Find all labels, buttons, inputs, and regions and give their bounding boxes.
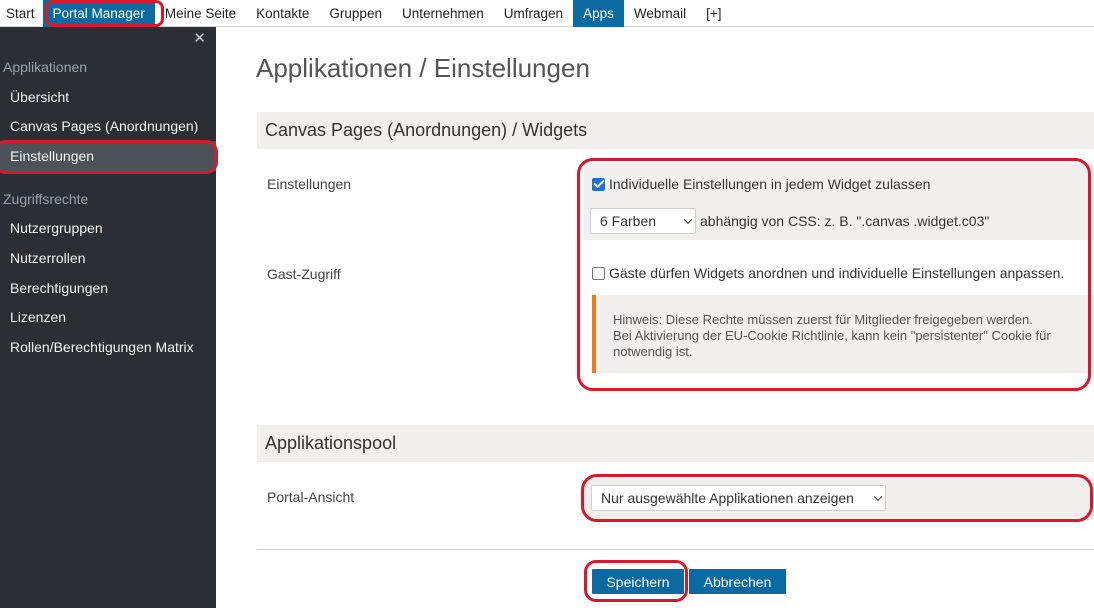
close-icon[interactable]: ✕: [193, 29, 206, 47]
portal-view-label: Portal-Ansicht: [267, 489, 355, 505]
sidebar: ✕ Applikationen Übersicht Canvas Pages (…: [0, 27, 216, 608]
main-content: Applikationen / Einstellungen Canvas Pag…: [216, 27, 1094, 608]
individual-settings-option[interactable]: Individuelle Einstellungen in jedem Widg…: [592, 176, 930, 192]
canvas-section-heading: Canvas Pages (Anordnungen) / Widgets: [257, 112, 1094, 149]
nav-start[interactable]: Start: [0, 0, 43, 27]
notice-box: Hinweis: Diese Rechte müssen zuerst für …: [592, 295, 1094, 373]
guest-access-label: Gast-Zugriff: [267, 266, 341, 282]
sidebar-item-canvas-pages[interactable]: Canvas Pages (Anordnungen): [0, 111, 216, 141]
sidebar-item-user-groups[interactable]: Nutzergruppen: [0, 213, 216, 243]
form-divider: [257, 549, 1094, 550]
individual-settings-checkbox[interactable]: [592, 177, 605, 191]
portal-view-select[interactable]: Nur ausgewählte Applikationen anzeigen: [591, 485, 886, 511]
sidebar-item-roles-matrix[interactable]: Rollen/Berechtigungen Matrix: [0, 332, 216, 362]
nav-add-more[interactable]: [+]: [696, 0, 731, 27]
nav-webmail[interactable]: Webmail: [624, 0, 696, 27]
notice-line-3: notwendig ist.: [613, 343, 693, 359]
guest-option-label: Gäste dürfen Widgets anordnen und indivi…: [609, 265, 1065, 281]
page-title: Applikationen / Einstellungen: [256, 53, 590, 83]
chevron-down-icon: [683, 215, 693, 225]
settings-label: Einstellungen: [267, 176, 352, 192]
nav-meine-seite[interactable]: Meine Seite: [155, 0, 246, 27]
pool-section-heading: Applikationspool: [257, 425, 1094, 462]
guest-checkbox[interactable]: [592, 266, 605, 280]
individual-settings-label: Individuelle Einstellungen in jedem Widg…: [609, 176, 931, 192]
color-select[interactable]: 6 Farben: [590, 208, 696, 234]
nav-unternehmen[interactable]: Unternehmen: [392, 0, 494, 27]
top-navigation: Start Portal Manager Meine Seite Kontakt…: [0, 0, 1094, 27]
sidebar-item-overview[interactable]: Übersicht: [0, 82, 216, 112]
portal-view-value: Nur ausgewählte Applikationen anzeigen: [601, 490, 854, 506]
notice-line-1: Hinweis: Diese Rechte müssen zuerst für …: [613, 312, 1033, 327]
nav-kontakte[interactable]: Kontakte: [246, 0, 319, 27]
color-hint: abhängig von CSS: z. B. ".canvas .widget…: [700, 213, 989, 229]
nav-gruppen[interactable]: Gruppen: [319, 0, 392, 27]
save-button[interactable]: Speichern: [592, 569, 684, 594]
cancel-button[interactable]: Abbrechen: [689, 569, 786, 594]
sidebar-item-settings[interactable]: Einstellungen: [0, 141, 216, 171]
color-select-value: 6 Farben: [600, 213, 657, 229]
color-hint-text: abhängig von CSS: z. B. ".canvas .widget…: [700, 213, 990, 229]
sidebar-section-applications: Applikationen: [3, 59, 88, 75]
sidebar-item-permissions[interactable]: Berechtigungen: [0, 273, 216, 303]
notice-line-2: Bei Aktivierung der EU-Cookie Richtlinie…: [613, 327, 1051, 343]
sidebar-item-user-roles[interactable]: Nutzerrollen: [0, 243, 216, 273]
chevron-down-icon: [873, 492, 883, 502]
nav-apps[interactable]: Apps: [573, 0, 624, 27]
sidebar-section-access: Zugriffsrechte: [3, 191, 89, 207]
guest-option[interactable]: Gäste dürfen Widgets anordnen und indivi…: [592, 265, 1064, 281]
sidebar-item-licenses[interactable]: Lizenzen: [0, 302, 216, 332]
nav-umfragen[interactable]: Umfragen: [494, 0, 573, 27]
nav-portal-manager[interactable]: Portal Manager: [42, 0, 155, 27]
